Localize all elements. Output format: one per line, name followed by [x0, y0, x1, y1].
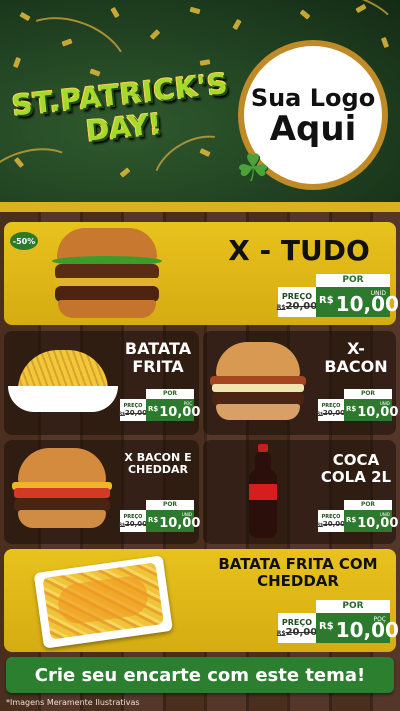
- old-price-value: R$20,00: [276, 301, 318, 312]
- old-price-value: R$20,00: [118, 520, 148, 528]
- price-tag: POR PREÇO R$20,00 R$ 10,00 POÇ: [118, 389, 200, 421]
- product-name: X BACON E CHEDDAR: [124, 451, 192, 477]
- confetti: [149, 29, 161, 40]
- hero-banner: ST.PATRICK'S DAY! Sua Logo Aqui ☘: [0, 0, 400, 212]
- price-tag: POR PREÇO R$20,00 R$ 10,00 UNID: [316, 500, 398, 532]
- old-price: PREÇO R$20,00: [118, 510, 148, 532]
- old-price: PREÇO R$20,00: [276, 287, 318, 317]
- old-price: PREÇO R$20,00: [118, 399, 148, 421]
- unit-label: UNID: [379, 401, 390, 406]
- old-price-value: R$20,00: [118, 409, 148, 417]
- soda-bottle-image: [246, 444, 280, 540]
- por-label: POR: [316, 274, 390, 287]
- flyer: ST.PATRICK'S DAY! Sua Logo Aqui ☘ -50% X…: [0, 0, 400, 711]
- confetti: [199, 59, 211, 66]
- new-price: R$ 10,00 UNID: [344, 399, 398, 421]
- product-name: X - TUDO: [228, 234, 370, 267]
- price-tag: POR PREÇO R$20,00 R$ 10,00 UNID: [316, 389, 398, 421]
- confetti: [119, 167, 131, 178]
- unit-label: POÇ: [373, 616, 386, 623]
- old-price: PREÇO R$20,00: [316, 399, 346, 421]
- product-name: X- BACON: [324, 339, 388, 376]
- currency: R$: [346, 405, 357, 413]
- por-label: POR: [344, 500, 392, 510]
- unit-label: UNID: [181, 512, 192, 517]
- price-value: 10,00: [357, 516, 399, 531]
- confetti: [232, 18, 242, 31]
- product-name: COCA COLA 2L: [320, 451, 392, 486]
- discount-badge: -50%: [10, 232, 38, 250]
- new-price: R$ 10,00 POÇ: [146, 399, 200, 421]
- unit-label: UNID: [379, 512, 390, 517]
- price-value: 10,00: [335, 292, 399, 316]
- footnote: *Imagens Meramente Ilustrativas: [6, 698, 140, 707]
- por-label: POR: [316, 600, 390, 613]
- currency: R$: [148, 405, 159, 413]
- currency: R$: [319, 295, 334, 306]
- fries-cheddar-image: [33, 547, 174, 652]
- new-price: R$ 10,00 UNID: [146, 510, 200, 532]
- new-price: R$ 10,00 UNID: [316, 287, 399, 317]
- old-price: PREÇO R$20,00: [316, 510, 346, 532]
- por-label: POR: [146, 500, 194, 510]
- price-tag: POR PREÇO R$20,00 R$ 10,00 UNID: [118, 500, 200, 532]
- old-price: PREÇO R$20,00: [276, 613, 318, 643]
- new-price: R$ 10,00 POÇ: [316, 613, 399, 643]
- old-price-value: R$20,00: [316, 520, 346, 528]
- currency: R$: [148, 516, 159, 524]
- unit-label: UNID: [370, 290, 386, 297]
- confetti: [189, 6, 201, 15]
- product-name: BATATA FRITA: [124, 339, 192, 376]
- cta-button[interactable]: Crie seu encarte com este tema!: [6, 657, 394, 693]
- price-tag: POR PREÇO R$20,00 R$ 10,00 UNID: [276, 274, 399, 317]
- logo-line2: Aqui: [269, 109, 357, 149]
- confetti: [19, 11, 31, 22]
- burger-image: [10, 448, 114, 534]
- old-price-value: R$20,00: [276, 627, 318, 638]
- price-value: 10,00: [159, 516, 201, 531]
- unit-label: POÇ: [183, 401, 192, 406]
- preco-label: PREÇO: [281, 292, 313, 301]
- product-name: BATATA FRITA COM CHEDDAR: [218, 555, 378, 590]
- preco-label: PREÇO: [281, 618, 313, 627]
- fries-image: [8, 350, 118, 416]
- new-price: R$ 10,00 UNID: [344, 510, 398, 532]
- burger-image: [52, 228, 162, 320]
- clover-icon: ☘: [236, 146, 271, 190]
- currency: R$: [319, 621, 334, 632]
- currency: R$: [346, 516, 357, 524]
- price-value: 10,00: [357, 405, 399, 420]
- logo-line1: Sua Logo: [250, 84, 376, 112]
- confetti: [110, 6, 120, 19]
- price-tag: POR PREÇO R$20,00 R$ 10,00 POÇ: [276, 600, 399, 643]
- por-label: POR: [344, 389, 392, 399]
- price-value: 10,00: [159, 405, 201, 420]
- price-value: 10,00: [335, 618, 399, 642]
- burger-image: [208, 342, 308, 424]
- old-price-value: R$20,00: [316, 409, 346, 417]
- por-label: POR: [146, 389, 194, 399]
